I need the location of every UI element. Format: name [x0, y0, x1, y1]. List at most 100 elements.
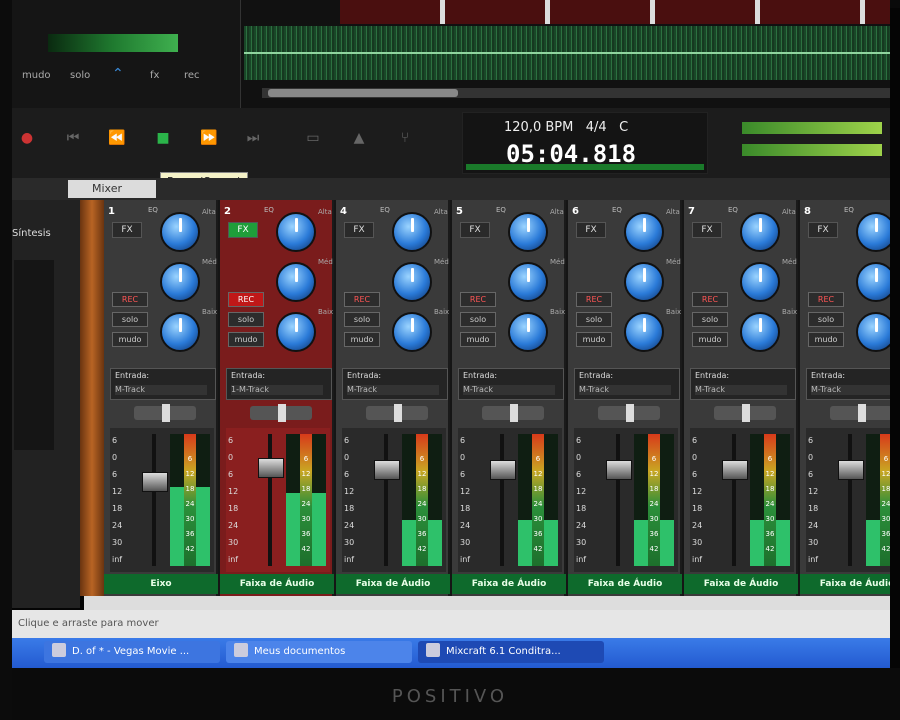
eq-knob[interactable] [740, 262, 780, 302]
input-selector[interactable]: Entrada: M-Track [806, 368, 890, 400]
timeline-scroll-thumb[interactable] [268, 89, 458, 97]
eq-knob[interactable] [392, 262, 432, 302]
mute-button[interactable]: mudo [808, 332, 844, 347]
eq-knob[interactable] [624, 312, 664, 352]
channel-name[interactable]: Faixa de Áudio [684, 574, 798, 594]
mute-button[interactable]: mudo [692, 332, 728, 347]
solo-button[interactable]: solo [808, 312, 844, 327]
eq-knob[interactable] [740, 212, 780, 252]
eq-knob[interactable] [508, 212, 548, 252]
eq-knob[interactable] [624, 212, 664, 252]
pan-slider[interactable] [482, 404, 544, 422]
pan-handle[interactable] [858, 404, 866, 422]
rewind-icon[interactable]: ⏪ [104, 128, 130, 148]
track-mute-button[interactable]: mudo [22, 70, 51, 81]
pan-slider[interactable] [134, 404, 196, 422]
eq-knob[interactable] [740, 312, 780, 352]
volume-fader[interactable] [142, 472, 168, 492]
input-dropdown[interactable]: M-Track [579, 385, 671, 395]
eq-knob[interactable] [856, 312, 890, 352]
mute-button[interactable]: mudo [112, 332, 148, 347]
fx-button[interactable]: FX [344, 222, 374, 238]
rec-button[interactable]: REC [692, 292, 728, 307]
eq-knob[interactable] [276, 262, 316, 302]
tempo-value[interactable]: 120,0 BPM [504, 120, 573, 135]
eq-knob[interactable] [276, 312, 316, 352]
channel-name[interactable]: Faixa de Áudio [220, 574, 334, 594]
eq-knob[interactable] [276, 212, 316, 252]
eq-knob[interactable] [624, 262, 664, 302]
input-dropdown[interactable]: M-Track [115, 385, 207, 395]
pan-slider[interactable] [250, 404, 312, 422]
mixer-scrollbar[interactable] [84, 596, 890, 610]
fx-button[interactable]: FX [228, 222, 258, 238]
pan-handle[interactable] [742, 404, 750, 422]
channel-name[interactable]: Eixo [104, 574, 218, 594]
pan-handle[interactable] [278, 404, 286, 422]
input-selector[interactable]: Entrada: M-Track [574, 368, 680, 400]
go-to-start-icon[interactable]: ⏮ [60, 128, 86, 148]
automation-icon[interactable]: ⌃ [112, 66, 124, 82]
input-selector[interactable]: Entrada: M-Track [690, 368, 796, 400]
fx-button[interactable]: FX [576, 222, 606, 238]
pan-slider[interactable] [830, 404, 890, 422]
pan-handle[interactable] [510, 404, 518, 422]
input-dropdown[interactable]: M-Track [811, 385, 890, 395]
solo-button[interactable]: solo [228, 312, 264, 327]
stop-button[interactable]: ■ [150, 128, 176, 148]
input-dropdown[interactable]: M-Track [463, 385, 555, 395]
input-selector[interactable]: Entrada: M-Track [458, 368, 564, 400]
taskbar-item-vegas[interactable]: D. of * - Vegas Movie ... [44, 641, 220, 663]
eq-knob[interactable] [856, 212, 890, 252]
taskbar-item-documents[interactable]: Meus documentos [226, 641, 412, 663]
input-dropdown[interactable]: M-Track [347, 385, 439, 395]
tempo-readout[interactable]: 120,0 BPM 4/4 C [504, 120, 628, 135]
mute-button[interactable]: mudo [344, 332, 380, 347]
eq-knob[interactable] [856, 262, 890, 302]
track-rec-button[interactable]: rec [184, 70, 200, 81]
record-button[interactable]: ● [14, 128, 40, 148]
pan-handle[interactable] [394, 404, 402, 422]
input-selector[interactable]: Entrada: M-Track [342, 368, 448, 400]
rec-button[interactable]: REC [112, 292, 148, 307]
rec-button[interactable]: REC [460, 292, 496, 307]
eq-knob[interactable] [392, 212, 432, 252]
pan-handle[interactable] [162, 404, 170, 422]
left-panel-list[interactable] [14, 260, 54, 450]
fx-button[interactable]: FX [808, 222, 838, 238]
eq-knob[interactable] [160, 262, 200, 302]
track-volume-meter[interactable] [48, 34, 178, 52]
volume-fader[interactable] [374, 460, 400, 480]
track-solo-button[interactable]: solo [70, 70, 90, 81]
eq-knob[interactable] [160, 312, 200, 352]
eq-knob[interactable] [508, 262, 548, 302]
rec-button[interactable]: REC [228, 292, 264, 307]
volume-fader[interactable] [258, 458, 284, 478]
solo-button[interactable]: solo [692, 312, 728, 327]
solo-button[interactable]: solo [344, 312, 380, 327]
input-dropdown[interactable]: M-Track [695, 385, 787, 395]
volume-fader[interactable] [606, 460, 632, 480]
solo-button[interactable]: solo [576, 312, 612, 327]
rec-button[interactable]: REC [344, 292, 380, 307]
fx-button[interactable]: FX [692, 222, 722, 238]
loop-icon[interactable]: ▭ [300, 128, 326, 148]
key-signature[interactable]: C [619, 120, 628, 135]
eq-knob[interactable] [160, 212, 200, 252]
channel-name[interactable]: Faixa de Áudio [336, 574, 450, 594]
channel-name[interactable]: Faixa de Áudio [800, 574, 890, 594]
fx-button[interactable]: FX [112, 222, 142, 238]
pan-slider[interactable] [366, 404, 428, 422]
channel-name[interactable]: Faixa de Áudio [452, 574, 566, 594]
go-to-end-icon[interactable]: ⏭ [240, 128, 266, 148]
time-signature[interactable]: 4/4 [586, 120, 607, 135]
pan-handle[interactable] [626, 404, 634, 422]
mute-button[interactable]: mudo [460, 332, 496, 347]
mute-button[interactable]: mudo [576, 332, 612, 347]
volume-fader[interactable] [722, 460, 748, 480]
mixer-tab[interactable]: Mixer [68, 180, 156, 198]
input-dropdown[interactable]: 1-M-Track [231, 385, 323, 395]
volume-fader[interactable] [490, 460, 516, 480]
input-selector[interactable]: Entrada: M-Track [110, 368, 216, 400]
rec-button[interactable]: REC [808, 292, 844, 307]
